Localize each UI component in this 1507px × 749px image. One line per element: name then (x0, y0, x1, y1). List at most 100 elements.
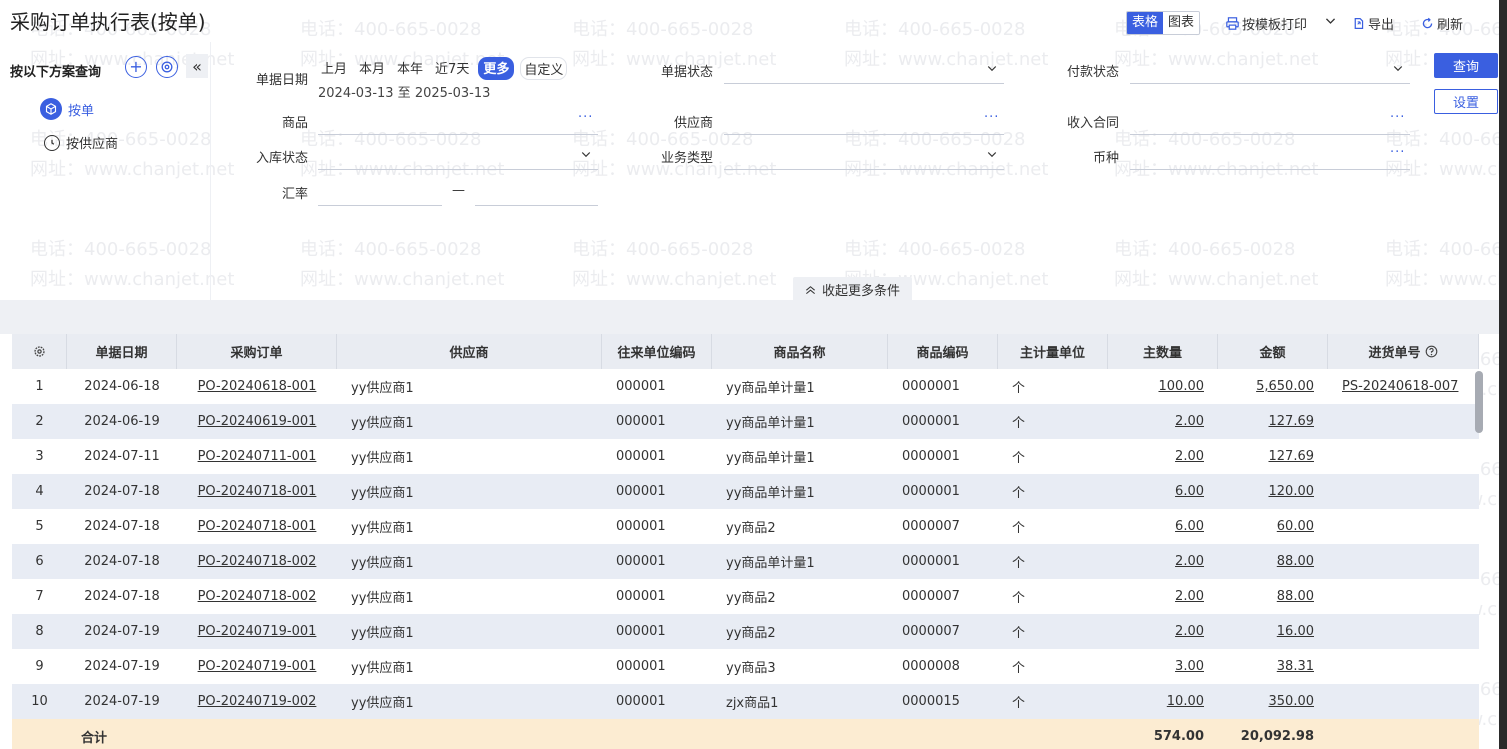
cell-amount-text[interactable]: 127.69 (1269, 449, 1315, 464)
col-goods-code[interactable]: 商品编码 (888, 334, 998, 369)
scheme-settings-button[interactable] (156, 56, 178, 78)
period-this-month[interactable]: 本月 (356, 57, 388, 80)
col-qty[interactable]: 主数量 (1108, 334, 1218, 369)
biz-type-select[interactable] (724, 169, 1004, 170)
cell-order-text[interactable]: PO-20240718-001 (198, 484, 317, 499)
contract-more-button[interactable]: ··· (1390, 110, 1405, 125)
cell-order-text[interactable]: PO-20240719-001 (198, 624, 317, 639)
cell-qty-text[interactable]: 6.00 (1175, 484, 1204, 499)
cell-order-text[interactable]: PO-20240719-001 (198, 659, 317, 674)
period-this-year[interactable]: 本年 (394, 57, 426, 80)
cell-qty-text[interactable]: 2.00 (1175, 589, 1204, 604)
cell-amount-text[interactable]: 60.00 (1277, 519, 1314, 534)
cell-amount-text[interactable]: 5,650.00 (1256, 379, 1314, 394)
cell-amount-text[interactable]: 350.00 (1269, 694, 1315, 709)
col-partner-code[interactable]: 往来单位编码 (602, 334, 712, 369)
cell-qty-text[interactable]: 2.00 (1175, 449, 1204, 464)
pay-status-select[interactable] (1130, 83, 1410, 84)
cell-qty-text[interactable]: 2.00 (1175, 624, 1204, 639)
chevron-down-icon[interactable] (580, 148, 592, 160)
add-scheme-button[interactable]: + (125, 56, 147, 78)
table-row[interactable]: 4 2024-07-18 PO-20240718-001 yy供应商1 000001 yy… (12, 474, 1479, 509)
export-button[interactable]: 导出 (1352, 14, 1394, 33)
period-last-month[interactable]: 上月 (318, 57, 350, 80)
table-row[interactable]: 3 2024-07-11 PO-20240711-001 yy供应商1 000001 yy… (12, 439, 1479, 474)
chevron-down-icon[interactable] (986, 62, 998, 74)
view-chart-tab[interactable]: 图表 (1163, 12, 1200, 34)
period-options: 上月 本月 本年 近7天 更多 自定义 (318, 57, 568, 80)
date-range-value[interactable]: 2024-03-13 至 2025-03-13 (318, 82, 490, 101)
cell-qty-text[interactable]: 2.00 (1175, 554, 1204, 569)
cell-order-text[interactable]: PO-20240711-001 (198, 449, 317, 464)
table-row[interactable]: 2 2024-06-19 PO-20240619-001 yy供应商1 000001 yy… (12, 404, 1479, 439)
col-goods[interactable]: 商品名称 (712, 334, 888, 369)
cell-qty-text[interactable]: 2.00 (1175, 414, 1204, 429)
table-row[interactable]: 5 2024-07-18 PO-20240718-001 yy供应商1 000001 yy… (12, 509, 1479, 544)
table-row[interactable]: 7 2024-07-18 PO-20240718-002 yy供应商1 000001 yy… (12, 579, 1479, 614)
settings-button[interactable]: 设置 (1434, 89, 1498, 114)
cell-amount-text[interactable]: 16.00 (1277, 624, 1314, 639)
print-button[interactable]: 按模板打印 (1226, 14, 1307, 33)
cell-order-text[interactable]: PO-20240619-001 (198, 414, 317, 429)
col-receipt-label: 进货单号 (1368, 346, 1421, 361)
query-button[interactable]: 查询 (1434, 53, 1498, 78)
cell-receipt-text[interactable]: PS-20240618-007 (1342, 379, 1458, 394)
cell-amount-text[interactable]: 38.31 (1277, 659, 1314, 674)
period-last-7-days[interactable]: 近7天 (432, 57, 472, 80)
supplier-more-button[interactable]: ··· (984, 110, 999, 125)
rate-from-input[interactable] (318, 205, 442, 206)
cell-qty-text[interactable]: 10.00 (1167, 694, 1204, 709)
table-row[interactable]: 1 2024-06-18 PO-20240618-001 yy供应商1 000001 yy… (12, 369, 1479, 404)
cell-goods: yy商品单计量1 (712, 404, 888, 439)
supplier-input[interactable] (724, 134, 1004, 135)
help-icon[interactable] (1425, 345, 1438, 358)
print-dropdown[interactable] (1324, 14, 1337, 27)
doc-status-select[interactable] (724, 83, 1004, 84)
table-row[interactable]: 6 2024-07-18 PO-20240718-002 yy供应商1 000001 yy… (12, 544, 1479, 579)
scheme-item-by-order[interactable]: 按单 (40, 98, 94, 120)
chevron-down-icon[interactable] (986, 148, 998, 160)
column-settings-button[interactable] (12, 334, 67, 369)
view-table-tab[interactable]: 表格 (1127, 12, 1164, 34)
rate-label: 汇率 (281, 187, 308, 202)
cell-qty-text[interactable]: 6.00 (1175, 519, 1204, 534)
col-order[interactable]: 采购订单 (177, 334, 337, 369)
cell-order-text[interactable]: PO-20240718-002 (198, 554, 317, 569)
period-more[interactable]: 更多 (478, 57, 515, 80)
table-row[interactable]: 8 2024-07-19 PO-20240719-001 yy供应商1 000001 yy… (12, 614, 1479, 649)
col-unit[interactable]: 主计量单位 (998, 334, 1108, 369)
scheme-item-by-supplier[interactable]: 按供应商 (44, 133, 118, 152)
chevron-down-icon[interactable] (1392, 62, 1404, 74)
collapse-sidebar-button[interactable]: « (186, 54, 208, 78)
rate-to-input[interactable] (475, 205, 598, 206)
table-scrollbar[interactable] (1475, 371, 1483, 433)
view-toggle[interactable]: 表格 图表 (1126, 11, 1201, 35)
goods-more-button[interactable]: ··· (578, 110, 593, 125)
cell-order-text[interactable]: PO-20240719-002 (198, 694, 317, 709)
col-date[interactable]: 单据日期 (67, 334, 177, 369)
collapse-more-button[interactable]: 收起更多条件 (793, 277, 913, 301)
goods-input[interactable] (318, 134, 598, 135)
cell-amount-text[interactable]: 120.00 (1269, 484, 1315, 499)
cell-amount-text[interactable]: 88.00 (1277, 589, 1314, 604)
refresh-button[interactable]: 刷新 (1421, 14, 1463, 33)
currency-input[interactable] (1130, 169, 1410, 170)
cell-qty-text[interactable]: 3.00 (1175, 659, 1204, 674)
cell-order-text[interactable]: PO-20240718-002 (198, 589, 317, 604)
cell-order-text[interactable]: PO-20240618-001 (198, 379, 317, 394)
stock-status-select[interactable] (318, 169, 598, 170)
contract-input[interactable] (1130, 134, 1410, 135)
currency-more-button[interactable]: ··· (1390, 145, 1405, 160)
filter-panel: 按以下方案查询 + « 按单 按供应商 单据日期 上月 本月 本年 近7天 更多… (0, 42, 1507, 301)
cell-order-text[interactable]: PO-20240718-001 (198, 519, 317, 534)
cell-amount-text[interactable]: 88.00 (1277, 554, 1314, 569)
col-amount[interactable]: 金额 (1218, 334, 1328, 369)
table-row[interactable]: 9 2024-07-19 PO-20240719-001 yy供应商1 000001 yy… (12, 649, 1479, 684)
period-custom[interactable]: 自定义 (520, 57, 568, 80)
col-supplier[interactable]: 供应商 (337, 334, 602, 369)
col-receipt[interactable]: 进货单号 (1328, 334, 1479, 369)
cell-amount-text[interactable]: 127.69 (1269, 414, 1315, 429)
cell-qty-text[interactable]: 100.00 (1159, 379, 1205, 394)
cell-receipt (1328, 614, 1479, 649)
table-row[interactable]: 10 2024-07-19 PO-20240719-002 yy供应商1 000001 z… (12, 684, 1479, 719)
